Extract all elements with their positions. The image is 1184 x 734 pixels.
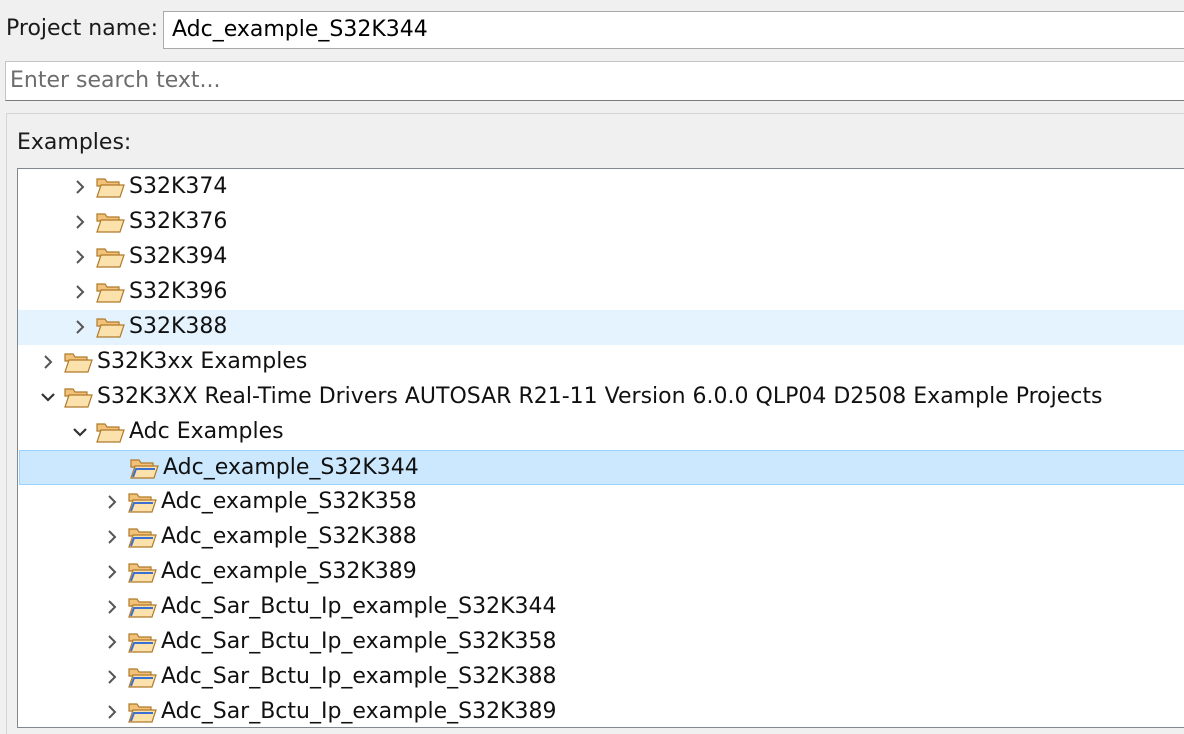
tree-row[interactable]: Adc_Sar_Bctu_Ip_example_S32K389 [18,695,1184,727]
folder-open-icon [63,350,93,374]
examples-tree[interactable]: S32K374 S32K376 S32K394 S32K396 S32K388 S32K3… [17,168,1184,728]
tree-item-label: S32K3XX Real-Time Drivers AUTOSAR R21-11… [97,384,1103,409]
chevron-down-icon[interactable] [38,387,58,407]
chevron-right-icon[interactable] [102,702,122,722]
tree-row[interactable]: S32K3xx Examples [18,345,1184,380]
chevron-right-icon[interactable] [102,667,122,687]
project-folder-icon [127,700,157,724]
folder-open-icon [95,210,125,234]
tree-item-label: Adc_Sar_Bctu_Ip_example_S32K388 [161,664,557,689]
project-name-label: Project name: [6,16,159,41]
tree-item-label: Adc_Sar_Bctu_Ip_example_S32K344 [161,594,557,619]
chevron-right-icon[interactable] [70,247,90,267]
tree-item-label: Adc_Sar_Bctu_Ip_example_S32K389 [161,699,557,724]
chevron-right-icon[interactable] [70,212,90,232]
project-folder-icon [127,490,157,514]
chevron-right-icon[interactable] [102,597,122,617]
tree-item-label: Adc_example_S32K344 [163,455,419,480]
examples-label: Examples: [17,130,132,155]
chevron-right-icon[interactable] [70,282,90,302]
folder-open-icon [95,175,125,199]
tree-item-label: S32K394 [129,244,228,269]
tree-row[interactable]: S32K396 [18,275,1184,310]
folder-open-icon [95,420,125,444]
project-folder-icon [127,630,157,654]
tree-item-label: Adc_example_S32K388 [161,524,417,549]
tree-row[interactable]: Adc_Sar_Bctu_Ip_example_S32K344 [18,590,1184,625]
project-folder-icon [127,595,157,619]
tree-row[interactable]: Adc Examples [18,415,1184,450]
chevron-right-icon[interactable] [38,352,58,372]
chevron-right-icon[interactable] [70,317,90,337]
chevron-down-icon[interactable] [70,422,90,442]
tree-row[interactable]: Adc_example_S32K389 [18,555,1184,590]
tree-row[interactable]: Adc_example_S32K358 [18,485,1184,520]
tree-row[interactable]: Adc_Sar_Bctu_Ip_example_S32K388 [18,660,1184,695]
tree-row[interactable]: S32K374 [18,170,1184,205]
chevron-right-icon[interactable] [102,527,122,547]
tree-row[interactable]: S32K3XX Real-Time Drivers AUTOSAR R21-11… [18,380,1184,415]
tree-item-label: S32K374 [129,174,228,199]
tree-row[interactable]: Adc_example_S32K344 [19,450,1184,485]
chevron-right-icon[interactable] [70,177,90,197]
tree-item-label: Adc Examples [129,419,284,444]
search-input[interactable]: Enter search text... [5,61,1184,101]
chevron-right-icon[interactable] [102,562,122,582]
project-folder-icon [127,525,157,549]
chevron-right-icon[interactable] [102,492,122,512]
project-folder-icon [127,560,157,584]
tree-item-label: S32K388 [129,314,228,339]
folder-open-icon [95,280,125,304]
tree-item-label: Adc_example_S32K358 [161,489,417,514]
tree-item-label: Adc_example_S32K389 [161,559,417,584]
project-folder-icon [127,665,157,689]
tree-item-label: S32K376 [129,209,228,234]
project-name-input[interactable]: Adc_example_S32K344 [163,11,1184,49]
folder-open-icon [63,385,93,409]
tree-row[interactable]: S32K394 [18,240,1184,275]
tree-item-label: S32K3xx Examples [97,349,308,374]
folder-open-icon [95,315,125,339]
tree-item-label: Adc_Sar_Bctu_Ip_example_S32K358 [161,629,557,654]
tree-row[interactable]: S32K388 [18,310,1184,345]
tree-row[interactable]: Adc_example_S32K388 [18,520,1184,555]
chevron-right-icon[interactable] [102,632,122,652]
folder-open-icon [95,245,125,269]
tree-item-label: S32K396 [129,279,228,304]
tree-row[interactable]: Adc_Sar_Bctu_Ip_example_S32K358 [18,625,1184,660]
project-folder-icon [129,456,159,480]
tree-row[interactable]: S32K376 [18,205,1184,240]
